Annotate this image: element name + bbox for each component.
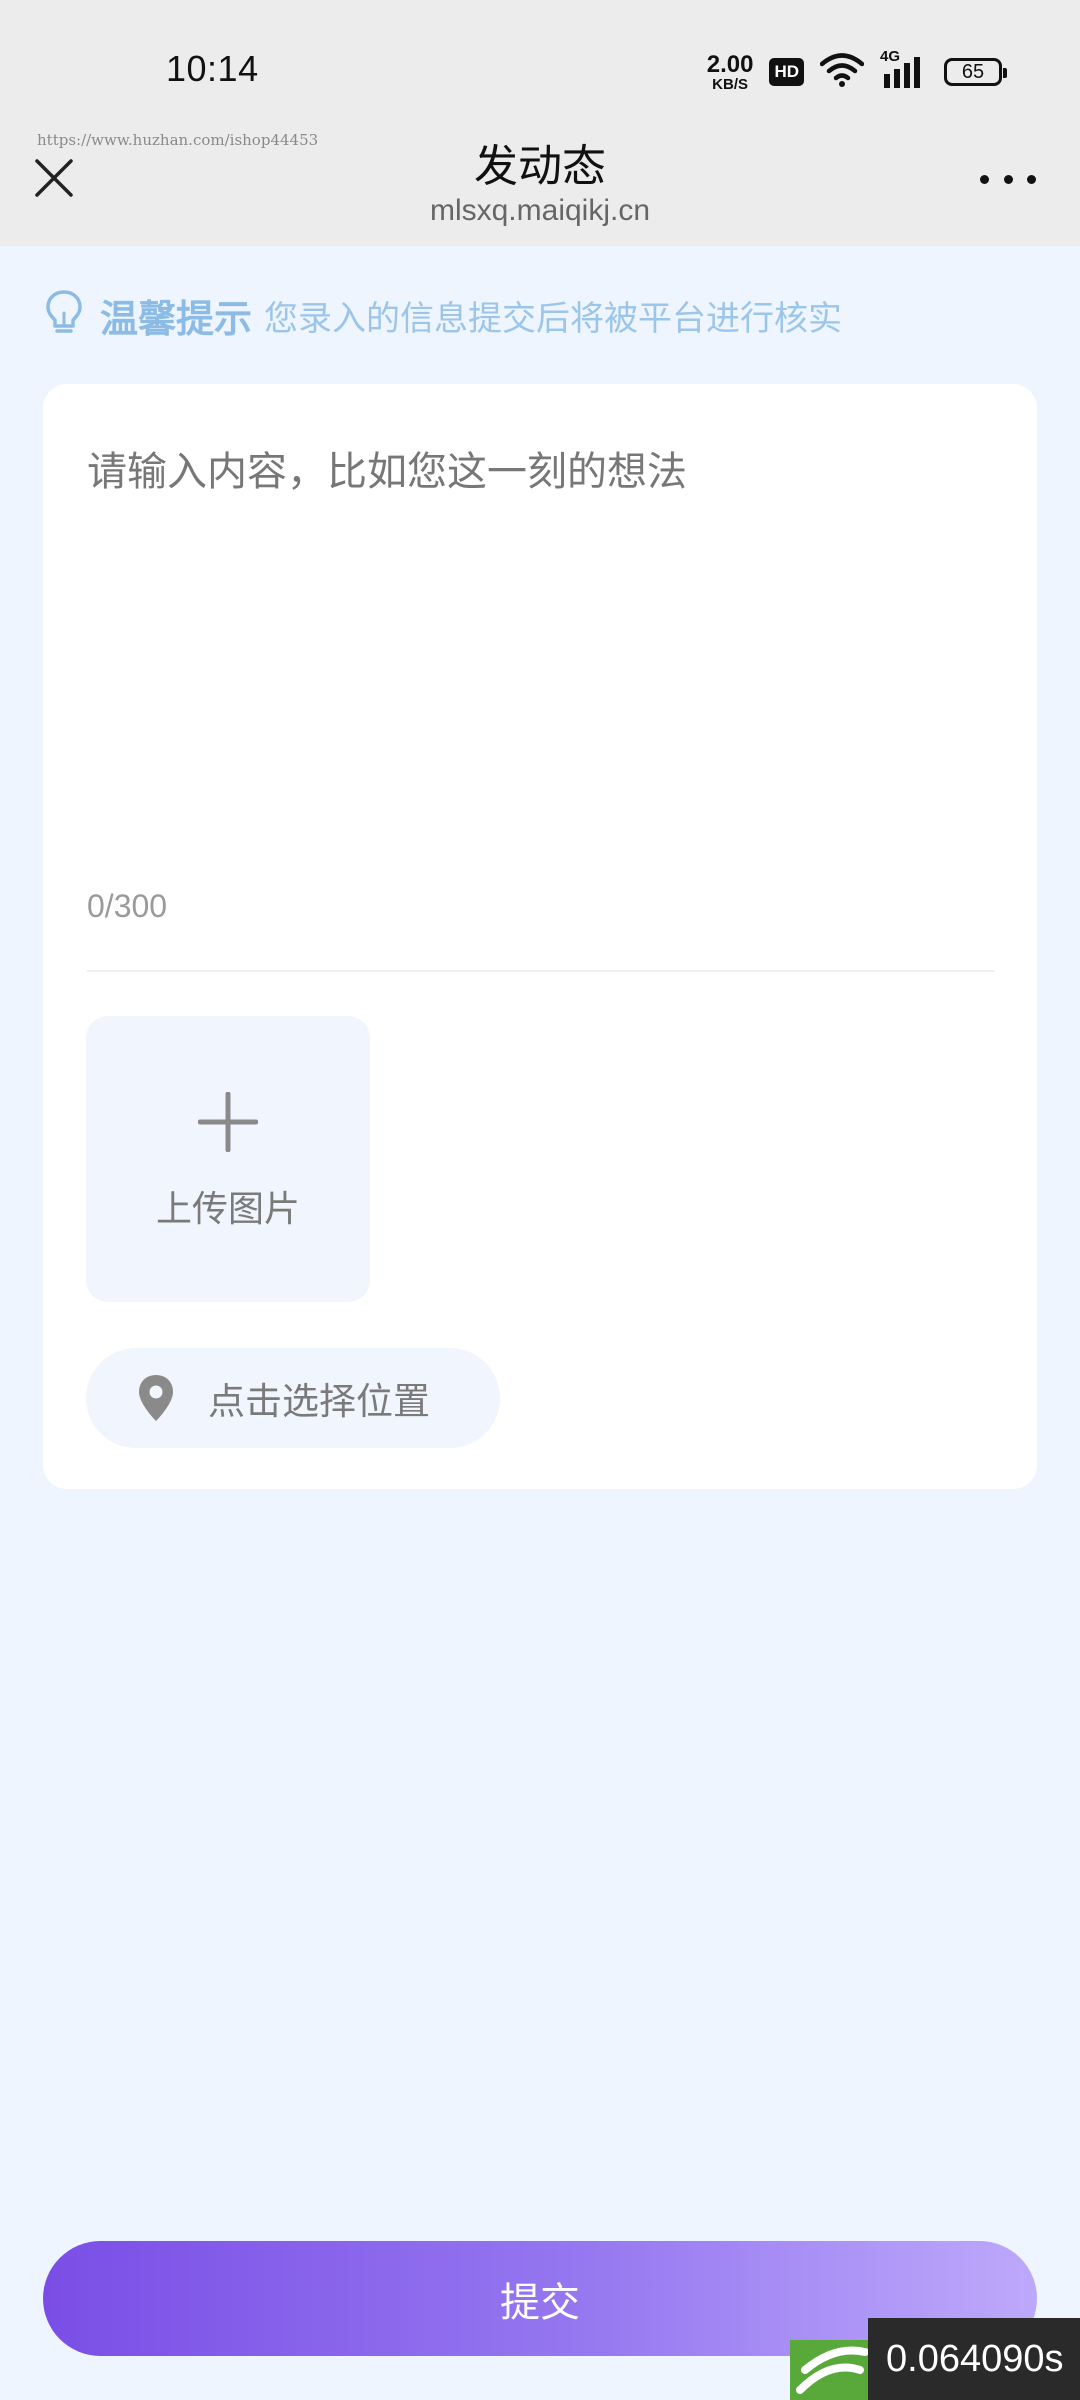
page-title: 发动态 [474, 141, 606, 192]
network-speed-unit: KB/S [712, 75, 748, 93]
page-domain: mlsxq.maiqikj.cn [429, 194, 651, 227]
battery-icon: 65 [944, 58, 1007, 86]
battery-level: 65 [961, 60, 985, 83]
lightbulb-icon [44, 289, 84, 341]
upload-image-button[interactable]: 上传图片 [86, 1016, 370, 1302]
timer-overlay: 0.064090s [868, 2318, 1080, 2400]
select-location-label: 点击选择位置 [208, 1380, 430, 1423]
more-dot-icon [1003, 174, 1013, 184]
cellular-signal-icon: 4G [880, 48, 928, 92]
post-form-card: 0/300 上传图片 点击选择位置 [43, 384, 1037, 1489]
more-options-button[interactable] [980, 168, 1036, 190]
location-pin-icon [134, 1373, 178, 1423]
plus-icon [198, 1092, 258, 1152]
char-count: 0/300 [87, 888, 168, 924]
divider [87, 970, 995, 972]
app-logo-icon [790, 2340, 870, 2400]
tip-title: 温馨提示 [100, 296, 253, 341]
warm-tip: 温馨提示 您录入的信息提交后将被平台进行核实 [44, 285, 842, 345]
content-input[interactable] [87, 444, 993, 804]
status-icons: 2.00 KB/S HD 4G 65 [706, 48, 1007, 94]
tip-text: 您录入的信息提交后将被平台进行核实 [264, 298, 843, 339]
more-dot-icon [1027, 174, 1036, 184]
top-bar: 10:14 2.00 KB/S HD 4G 65 https://www.huz… [0, 0, 1080, 246]
more-dot-icon [980, 174, 989, 184]
status-time: 10:14 [166, 48, 259, 89]
wifi-icon [819, 53, 865, 91]
hd-badge: HD [769, 58, 804, 86]
upload-image-label: 上传图片 [155, 1189, 300, 1230]
network-speed: 2.00 KB/S [706, 50, 754, 93]
network-speed-value: 2.00 [706, 50, 754, 78]
select-location-button[interactable]: 点击选择位置 [86, 1348, 500, 1448]
